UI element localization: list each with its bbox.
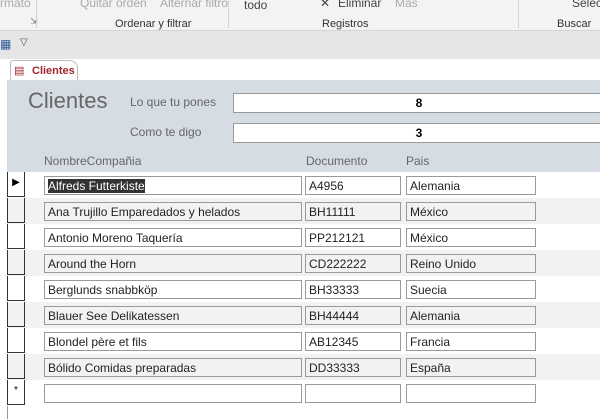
record-selector[interactable] bbox=[7, 224, 25, 249]
nombre-field[interactable]: Blondel père et fils bbox=[44, 332, 302, 351]
table-row[interactable]: Blauer See Delikatessen BH44444 Alemania bbox=[7, 302, 600, 328]
pais-field[interactable]: Reino Unido bbox=[406, 254, 536, 273]
nombre-field[interactable]: Around the Horn bbox=[44, 254, 302, 273]
form-title: Clientes bbox=[28, 88, 108, 113]
alternar-filtro-button[interactable]: Alternar filtro bbox=[160, 0, 228, 10]
table-row[interactable]: * bbox=[7, 380, 600, 406]
documento-field[interactable]: BH11111 bbox=[305, 202, 401, 221]
form-icon: ▤ bbox=[14, 65, 25, 77]
pais-field[interactable]: España bbox=[406, 358, 536, 377]
field1-input[interactable]: 8 bbox=[233, 93, 600, 113]
quitar-orden-button[interactable]: Quitar orden bbox=[80, 0, 147, 10]
documento-field[interactable] bbox=[305, 384, 401, 403]
documento-field[interactable]: PP212121 bbox=[305, 228, 401, 247]
column-header-documento: Documento bbox=[306, 154, 368, 168]
quick-access-toolbar: ▦ ▽ bbox=[0, 31, 600, 59]
column-header-pais: Pais bbox=[406, 154, 430, 168]
record-selector[interactable] bbox=[7, 198, 25, 223]
record-selector[interactable]: ▶ bbox=[7, 172, 25, 197]
group-ordenar-filtrar: Ordenar y filtrar bbox=[115, 18, 192, 30]
pais-field[interactable]: México bbox=[406, 228, 536, 247]
pais-field[interactable] bbox=[406, 384, 536, 403]
table-row[interactable]: Blondel père et fils AB12345 Francia bbox=[7, 328, 600, 354]
nombre-field[interactable]: Berglunds snabbköp bbox=[44, 280, 302, 299]
nombre-field[interactable]: Ana Trujillo Emparedados y helados bbox=[44, 202, 302, 221]
table-row[interactable]: Bólido Comidas preparadas DD33333 España bbox=[7, 354, 600, 380]
record-selector[interactable] bbox=[7, 302, 25, 327]
close-icon: ✕ bbox=[320, 0, 331, 10]
pais-field[interactable]: Alemania bbox=[406, 306, 536, 325]
selected-text: Alfreds Futterkiste bbox=[48, 179, 145, 193]
table-row[interactable]: ▶ Alfreds Futterkiste A4956 Alemania bbox=[7, 172, 600, 198]
record-selector[interactable] bbox=[7, 250, 25, 275]
pais-field[interactable]: Suecia bbox=[406, 280, 536, 299]
form-header: Clientes Lo que tu pones 8 Como te digo … bbox=[7, 80, 600, 172]
mas-button[interactable]: Más bbox=[395, 0, 418, 10]
record-selector[interactable] bbox=[7, 276, 25, 301]
documento-field[interactable]: A4956 bbox=[305, 176, 401, 195]
new-record-marker: * bbox=[14, 385, 18, 396]
pais-field[interactable]: Alemania bbox=[406, 176, 536, 195]
tab-label: Clientes bbox=[32, 65, 75, 77]
table-row[interactable]: Ana Trujillo Emparedados y helados BH1111… bbox=[7, 198, 600, 224]
column-header-nombre: NombreCompañia bbox=[44, 154, 142, 168]
record-selector[interactable]: * bbox=[7, 380, 25, 405]
group-registros: Registros bbox=[322, 18, 369, 30]
record-selector[interactable] bbox=[7, 328, 25, 353]
table-row[interactable]: Antonio Moreno Taquería PP212121 México bbox=[7, 224, 600, 250]
nombre-field[interactable]: Antonio Moreno Taquería bbox=[44, 228, 302, 247]
documento-field[interactable]: BH33333 bbox=[305, 280, 401, 299]
documento-field[interactable]: DD33333 bbox=[305, 358, 401, 377]
tab-clientes[interactable]: ▤ Clientes bbox=[10, 60, 78, 81]
nombre-field[interactable]: Alfreds Futterkiste bbox=[44, 176, 302, 195]
pais-field[interactable]: Francia bbox=[406, 332, 536, 351]
documento-field[interactable]: AB12345 bbox=[305, 332, 401, 351]
nombre-field[interactable]: Blauer See Delikatessen bbox=[44, 306, 302, 325]
ribbon: rmato ⇲ Quitar orden Alternar filtro Ord… bbox=[0, 0, 600, 31]
eliminar-button[interactable]: Eliminar bbox=[338, 0, 381, 10]
nombre-field[interactable]: Bólido Comidas preparadas bbox=[44, 358, 302, 377]
pais-field[interactable]: México bbox=[406, 202, 536, 221]
formato-label: rmato bbox=[0, 0, 31, 10]
current-record-icon: ▶ bbox=[12, 177, 20, 188]
record-selector[interactable] bbox=[7, 354, 25, 379]
documento-field[interactable]: CD222222 bbox=[305, 254, 401, 273]
field2-input[interactable]: 3 bbox=[233, 123, 600, 143]
datasheet-icon[interactable]: ▦ bbox=[0, 37, 11, 51]
customize-dropdown-icon[interactable]: ▽ bbox=[20, 37, 28, 48]
document-tabs bbox=[0, 59, 600, 80]
group-buscar: Buscar bbox=[557, 18, 592, 30]
table-row[interactable]: Around the Horn CD222222 Reino Unido bbox=[7, 250, 600, 276]
seleccionar-button[interactable]: Selec bbox=[572, 0, 600, 10]
field1-label: Lo que tu pones bbox=[130, 95, 217, 109]
documento-field[interactable]: BH44444 bbox=[305, 306, 401, 325]
table-row[interactable]: Berglunds snabbköp BH33333 Suecia bbox=[7, 276, 600, 302]
nombre-field[interactable] bbox=[44, 384, 302, 403]
field2-label: Como te digo bbox=[130, 125, 202, 139]
todo-button[interactable]: todo bbox=[244, 0, 267, 12]
